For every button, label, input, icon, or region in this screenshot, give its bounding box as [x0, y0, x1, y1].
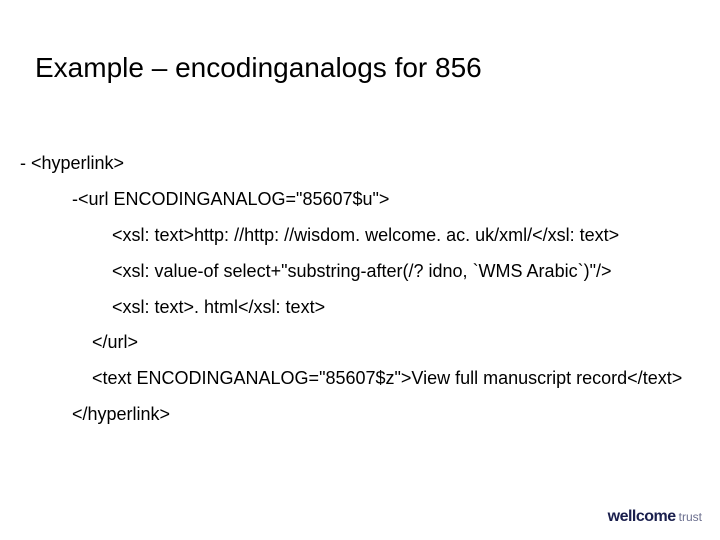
slide-body: - <hyperlink> -<url ENCODINGANALOG="8560…: [20, 150, 720, 437]
slide-title: Example – encodinganalogs for 856: [35, 52, 482, 84]
code-line: </hyperlink>: [20, 401, 720, 429]
code-line: -<url ENCODINGANALOG="85607$u">: [20, 186, 720, 214]
logo-main: wellcome: [608, 508, 676, 526]
code-line: <xsl: value-of select+"substring-after(/…: [20, 258, 720, 286]
slide: Example – encodinganalogs for 856 - <hyp…: [0, 0, 720, 540]
code-line: <text ENCODINGANALOG="85607$z">View full…: [20, 365, 720, 393]
code-line: <xsl: text>. html</xsl: text>: [20, 294, 720, 322]
logo-sub: trust: [679, 510, 702, 524]
code-line: </url>: [20, 329, 720, 357]
code-line: - <hyperlink>: [20, 150, 720, 178]
code-line: <xsl: text>http: //http: //wisdom. welco…: [20, 222, 720, 250]
logo: wellcometrust: [608, 508, 702, 526]
